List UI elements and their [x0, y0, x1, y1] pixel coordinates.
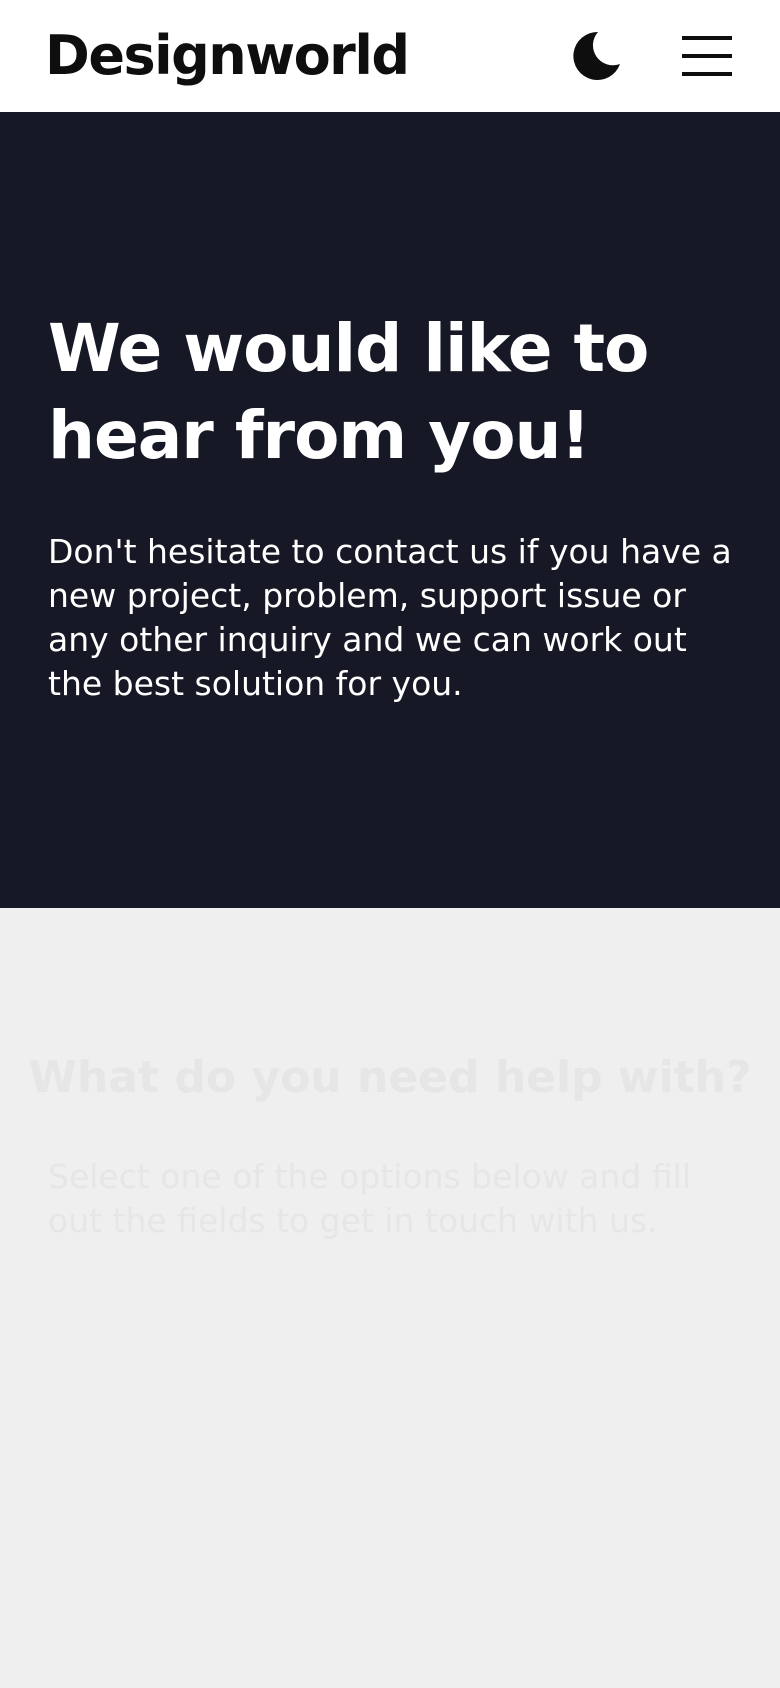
hamburger-menu-icon-line [682, 72, 732, 76]
site-logo[interactable]: Designworld [45, 22, 410, 90]
moon-icon [573, 31, 620, 80]
theme-toggle-button[interactable] [568, 28, 624, 84]
hero-title: We would like to hear from you! [48, 310, 649, 474]
hero-description: Don't hesitate to contact us if you have… [48, 532, 732, 703]
hero-section: We would like to hear from you! Don't he… [0, 112, 780, 908]
hamburger-menu-icon [682, 36, 732, 40]
site-header: Designworld [0, 0, 780, 112]
help-title: What do you need help with? [28, 1052, 752, 1103]
hamburger-menu-icon-line [682, 54, 732, 58]
menu-button[interactable] [682, 34, 734, 78]
help-description: Select one of the options below and fill… [48, 1157, 691, 1240]
